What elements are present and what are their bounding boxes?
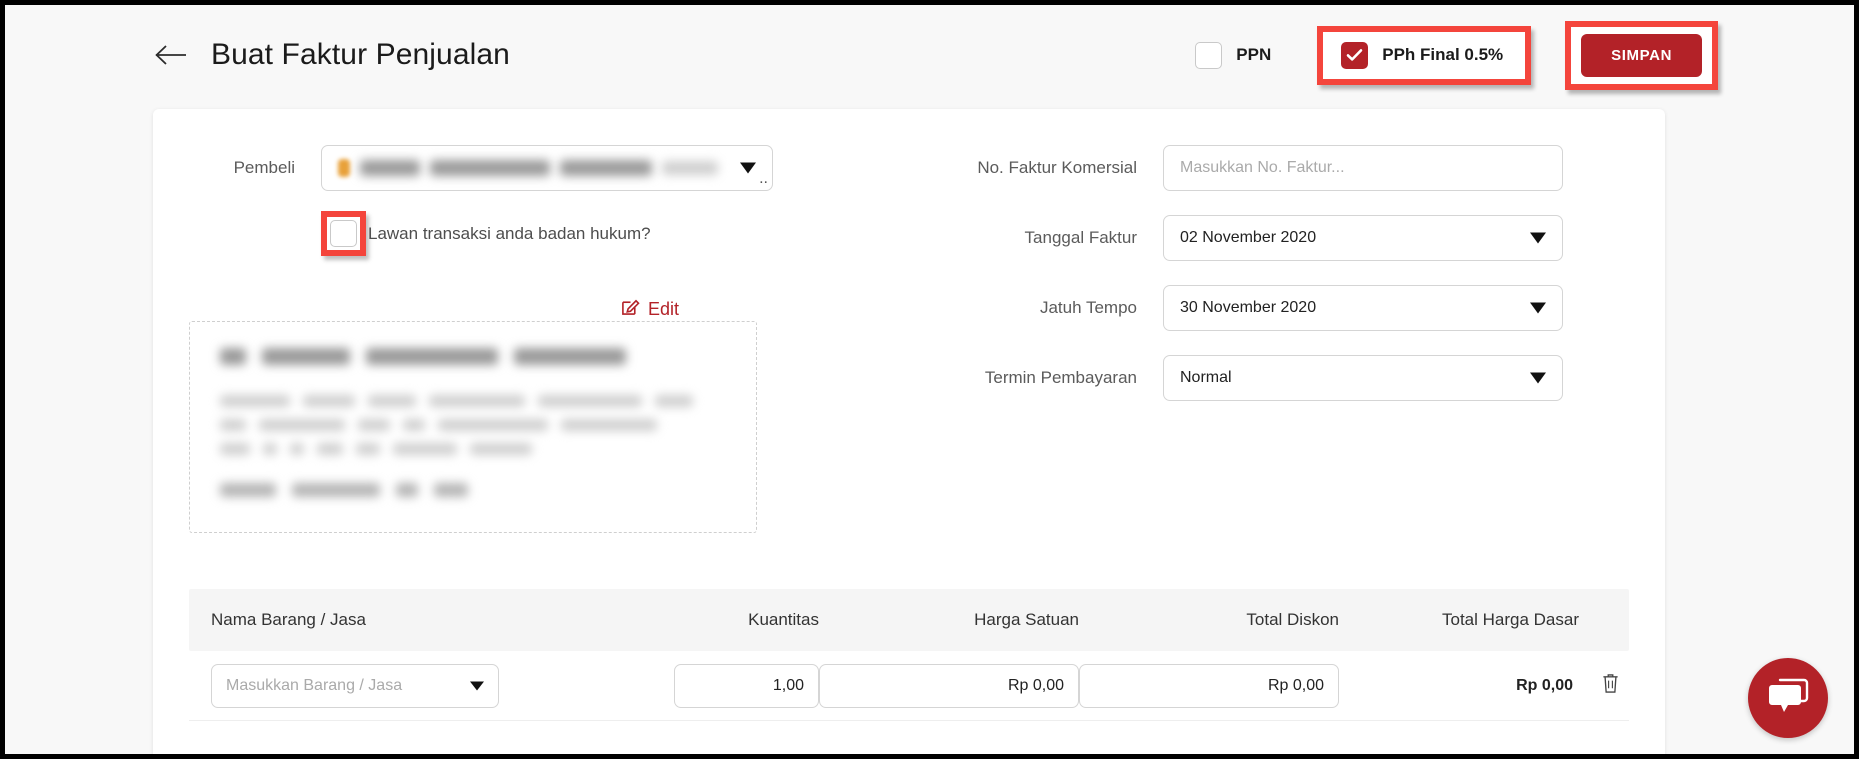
no-faktur-komersial-row: No. Faktur Komersial Masukkan No. Faktur… bbox=[893, 145, 1633, 191]
termin-pembayaran-label: Termin Pembayaran bbox=[984, 368, 1137, 387]
column-header-total-base-price: Total Harga Dasar bbox=[1441, 610, 1579, 629]
cell-item-name: Masukkan Barang / Jasa bbox=[189, 663, 619, 708]
column-header-item-name: Nama Barang / Jasa bbox=[211, 610, 366, 629]
invoice-form-card: Pembeli .. Lawan transaksi anda badan hu… bbox=[153, 109, 1665, 754]
chat-widget-button[interactable] bbox=[1748, 658, 1828, 738]
column-header-quantity: Kuantitas bbox=[748, 610, 819, 629]
items-table: Nama Barang / Jasa Kuantitas Harga Satua… bbox=[189, 589, 1629, 721]
address-line-company bbox=[220, 348, 726, 365]
jatuh-tempo-label: Jatuh Tempo bbox=[1039, 298, 1137, 317]
quantity-input[interactable]: 1,00 bbox=[674, 663, 819, 708]
cell-total-base-price: Rp 0,00 bbox=[1516, 676, 1573, 694]
badan-hukum-row: Lawan transaksi anda badan hukum? bbox=[321, 211, 893, 256]
save-annotation-box: SIMPAN bbox=[1565, 20, 1718, 90]
page-header: Buat Faktur Penjualan PPN PPh Final 0.5%… bbox=[5, 5, 1854, 105]
page-title: Buat Faktur Penjualan bbox=[211, 38, 510, 71]
back-arrow-icon[interactable] bbox=[153, 37, 189, 73]
unit-price-input[interactable]: Rp 0,00 bbox=[819, 663, 1079, 708]
pembeli-value-marker bbox=[338, 159, 350, 177]
item-placeholder: Masukkan Barang / Jasa bbox=[226, 676, 403, 694]
cell-total-discount: Rp 0,00 bbox=[1079, 663, 1339, 708]
tanggal-faktur-label: Tanggal Faktur bbox=[1024, 228, 1137, 247]
address-line-npwp bbox=[220, 483, 726, 497]
buyer-address-box bbox=[189, 321, 757, 533]
cell-unit-price: Rp 0,00 bbox=[819, 663, 1079, 708]
address-line-1 bbox=[220, 395, 720, 407]
tanggal-faktur-value: 02 November 2020 bbox=[1180, 229, 1317, 246]
address-line-2 bbox=[220, 419, 720, 431]
jatuh-tempo-row: Jatuh Tempo 30 November 2020 bbox=[893, 285, 1633, 331]
buyer-address-panel: Edit bbox=[189, 297, 757, 533]
termin-pembayaran-select[interactable]: Normal bbox=[1163, 355, 1563, 401]
pph-final-checkbox[interactable] bbox=[1341, 41, 1369, 69]
pembeli-value-redacted-4 bbox=[662, 161, 718, 175]
no-faktur-komersial-input[interactable]: Masukkan No. Faktur... bbox=[1163, 145, 1563, 191]
total-discount-input[interactable]: Rp 0,00 bbox=[1079, 663, 1339, 708]
jatuh-tempo-select[interactable]: 30 November 2020 bbox=[1163, 285, 1563, 331]
badan-hukum-label: Lawan transaksi anda badan hukum? bbox=[368, 223, 651, 243]
table-row: Masukkan Barang / Jasa 1,00 Rp 0,00 Rp 0… bbox=[189, 651, 1629, 721]
edit-label: Edit bbox=[647, 298, 679, 319]
badan-hukum-annotation-box bbox=[321, 211, 366, 256]
pembeli-value-redacted-2 bbox=[430, 160, 550, 176]
ppn-label: PPN bbox=[1236, 45, 1272, 64]
cell-actions bbox=[1579, 672, 1629, 699]
chevron-down-icon bbox=[740, 162, 756, 174]
ppn-checkbox[interactable] bbox=[1195, 41, 1223, 69]
pembeli-truncation: .. bbox=[759, 170, 768, 187]
trash-icon[interactable] bbox=[1601, 672, 1620, 699]
pembeli-control: .. bbox=[321, 145, 773, 191]
no-faktur-komersial-placeholder: Masukkan No. Faktur... bbox=[1180, 159, 1345, 176]
pembeli-value-redacted-3 bbox=[560, 160, 652, 176]
no-faktur-komersial-label: No. Faktur Komersial bbox=[977, 158, 1137, 177]
pembeli-label: Pembeli bbox=[233, 158, 295, 177]
items-table-header: Nama Barang / Jasa Kuantitas Harga Satua… bbox=[189, 589, 1629, 651]
pph-final-label: PPh Final 0.5% bbox=[1382, 45, 1504, 64]
address-line-3 bbox=[220, 443, 640, 455]
save-button[interactable]: SIMPAN bbox=[1581, 33, 1702, 77]
chevron-down-icon bbox=[1530, 302, 1546, 314]
badan-hukum-checkbox[interactable] bbox=[330, 220, 357, 247]
app-window: Buat Faktur Penjualan PPN PPh Final 0.5%… bbox=[0, 0, 1859, 759]
chevron-down-icon bbox=[1530, 372, 1546, 384]
column-header-total-discount: Total Diskon bbox=[1246, 610, 1339, 629]
cell-quantity: 1,00 bbox=[619, 663, 819, 708]
pembeli-selected-value bbox=[338, 155, 728, 181]
termin-pembayaran-row: Termin Pembayaran Normal bbox=[893, 355, 1633, 401]
pph-final-annotation-box: PPh Final 0.5% bbox=[1317, 25, 1532, 85]
termin-pembayaran-value: Normal bbox=[1180, 369, 1232, 386]
header-actions: PPN PPh Final 0.5% SIMPAN bbox=[1195, 20, 1718, 90]
ppn-checkbox-group[interactable]: PPN bbox=[1195, 41, 1272, 69]
item-select[interactable]: Masukkan Barang / Jasa bbox=[211, 663, 499, 708]
tanggal-faktur-row: Tanggal Faktur 02 November 2020 bbox=[893, 215, 1633, 261]
pembeli-value-redacted-1 bbox=[360, 160, 420, 176]
chevron-down-icon bbox=[1530, 232, 1546, 244]
edit-address-button[interactable]: Edit bbox=[612, 297, 687, 321]
tanggal-faktur-select[interactable]: 02 November 2020 bbox=[1163, 215, 1563, 261]
form-right-column: No. Faktur Komersial Masukkan No. Faktur… bbox=[893, 145, 1633, 425]
pembeli-select[interactable]: .. bbox=[321, 145, 773, 191]
column-header-unit-price: Harga Satuan bbox=[974, 610, 1079, 629]
chevron-down-icon bbox=[470, 681, 484, 690]
chat-bubble-icon bbox=[1767, 677, 1809, 720]
edit-pencil-icon bbox=[621, 297, 640, 321]
jatuh-tempo-value: 30 November 2020 bbox=[1180, 299, 1317, 316]
pembeli-field-row: Pembeli .. bbox=[153, 145, 893, 191]
form-left-column: Pembeli .. Lawan transaksi anda badan hu… bbox=[153, 145, 893, 533]
